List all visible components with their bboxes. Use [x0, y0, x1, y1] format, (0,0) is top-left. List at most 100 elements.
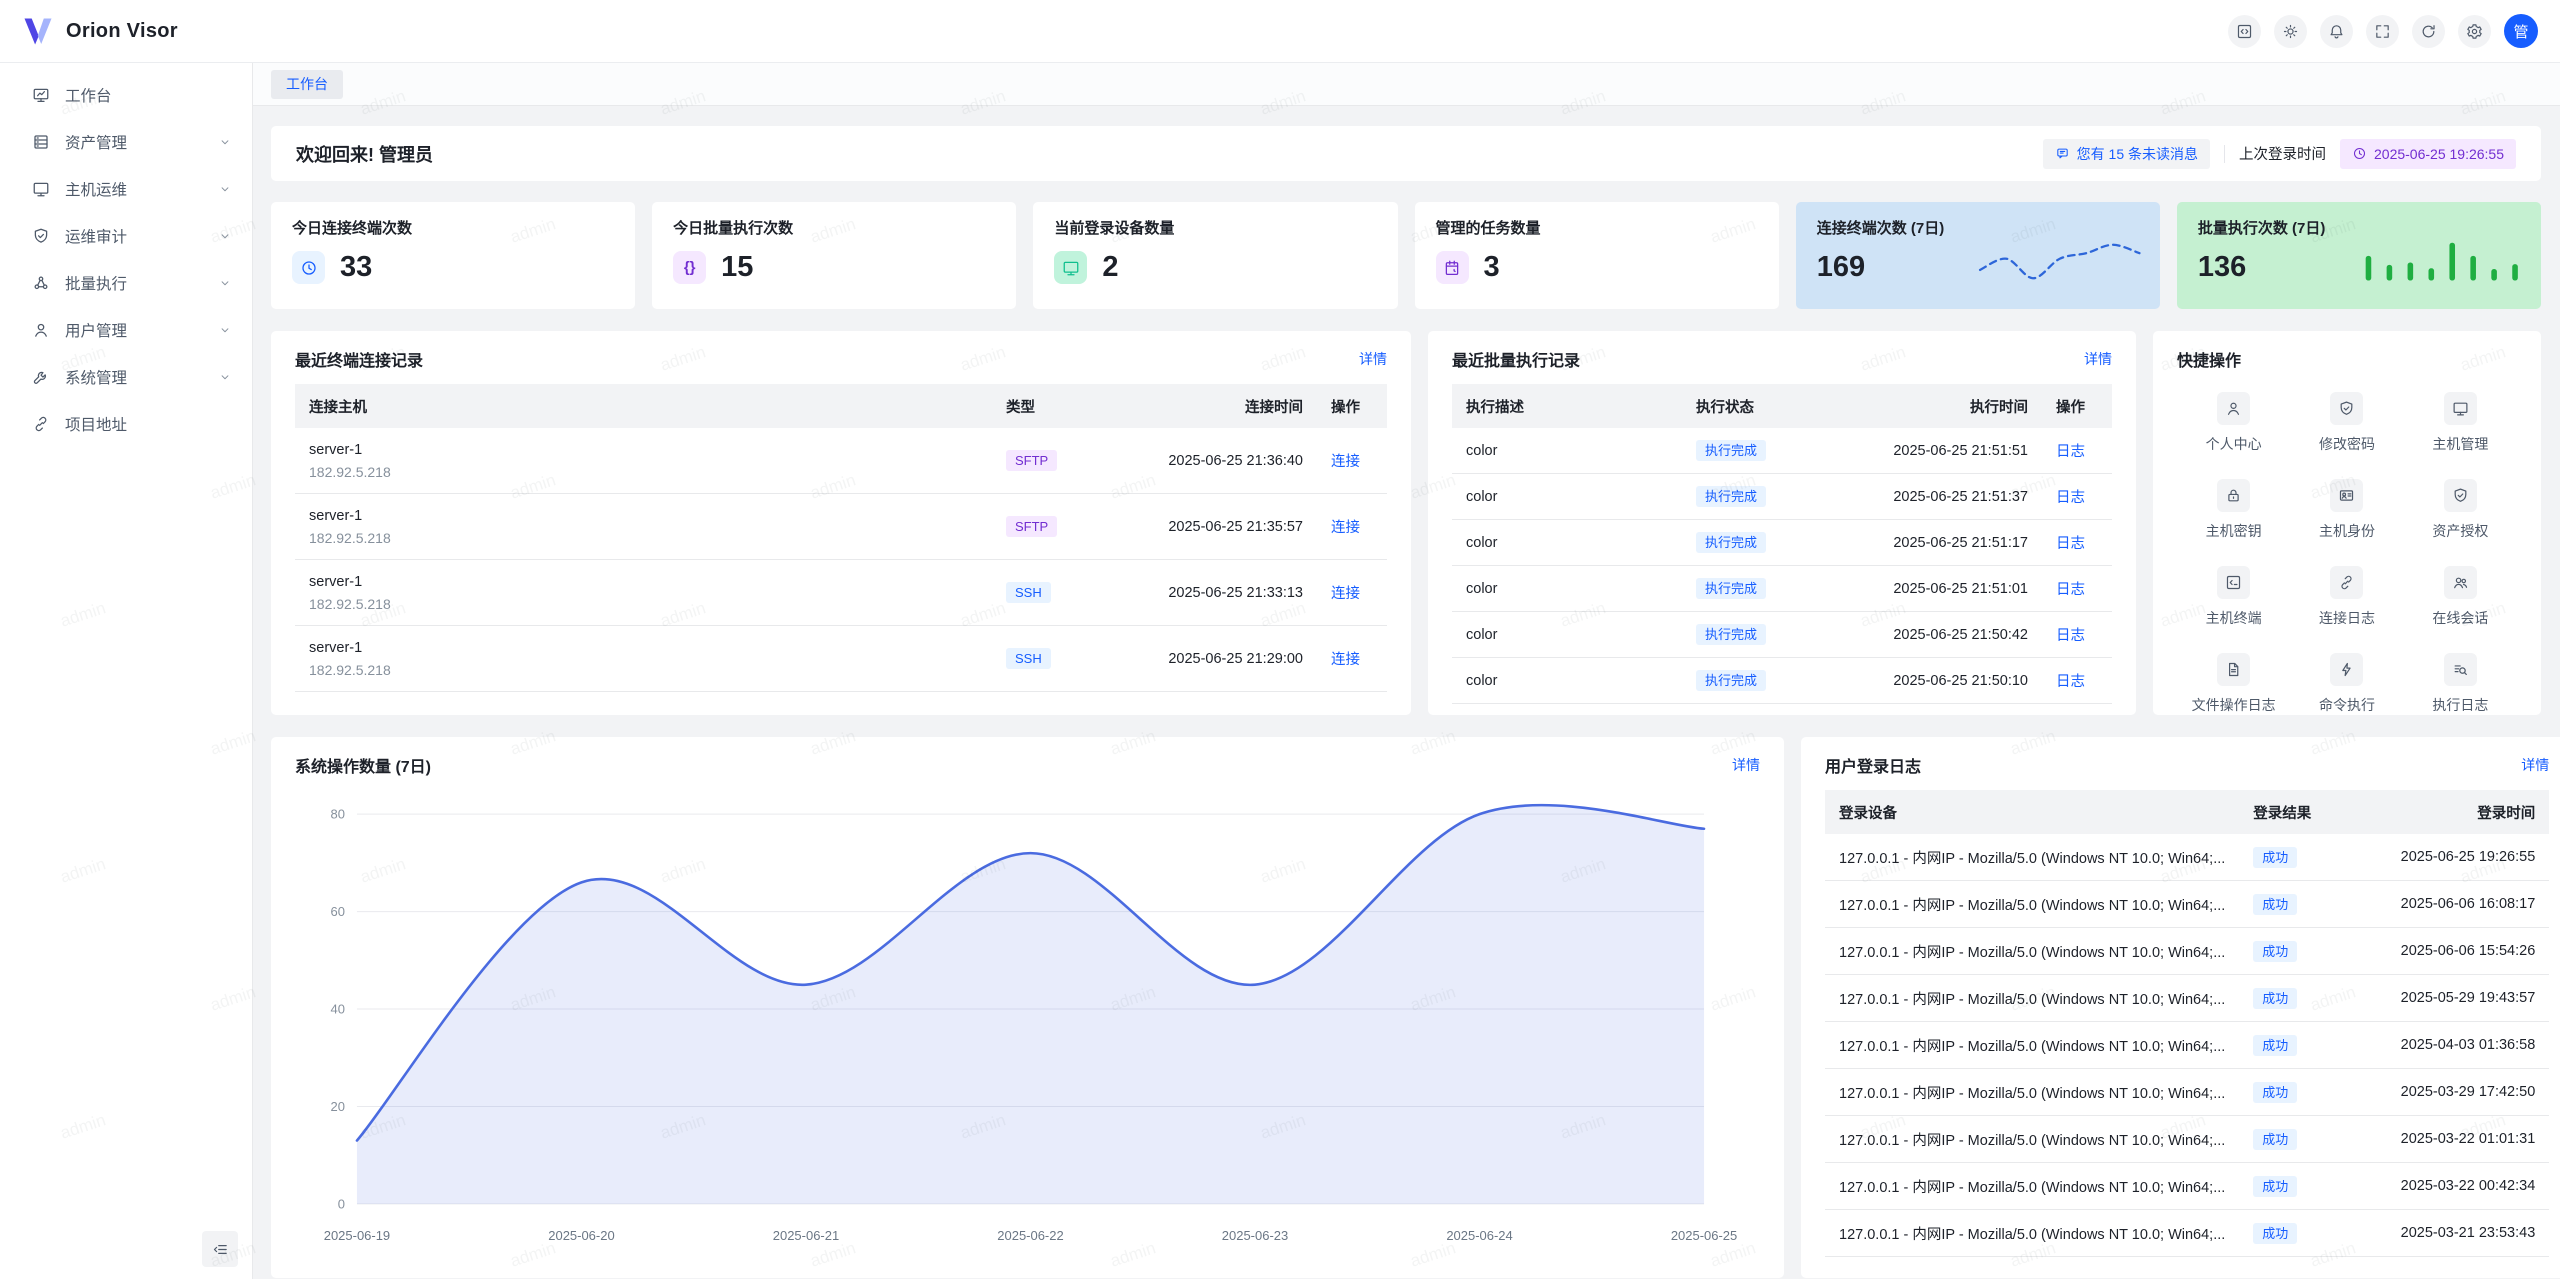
login-logs-panel: 用户登录日志 详情 登录设备 登录结果 登录时间 127.0.0.1 - 内网	[1801, 737, 2560, 1278]
command-icon	[2330, 653, 2363, 686]
login-time: 2025-05-29 19:43:57	[2344, 990, 2549, 1006]
log-link[interactable]: 日志	[2056, 582, 2085, 598]
quick-op-item[interactable]: 资产授权	[2404, 479, 2517, 541]
detail-link[interactable]: 详情	[2521, 755, 2549, 775]
connect-link[interactable]: 连接	[1331, 652, 1360, 668]
quick-op-item[interactable]: 连接日志	[2290, 566, 2403, 628]
sidebar-item-label: 工作台	[65, 84, 218, 106]
panel-title: 最近终端连接记录	[295, 347, 423, 371]
sidebar-item[interactable]: 运维审计	[0, 212, 252, 259]
quick-op-item[interactable]: 在线会话	[2404, 566, 2517, 628]
protocol-badge: SFTP	[1006, 516, 1057, 537]
system-ops-area-chart: 0204060802025-06-192025-06-202025-06-212…	[295, 784, 1760, 1256]
device-icon	[1054, 251, 1087, 284]
login-time: 2025-03-22 01:01:31	[2344, 1131, 2549, 1147]
stat-card: 今日批量执行次数 {} 15	[652, 202, 1016, 309]
quick-op-item[interactable]: 个人中心	[2177, 392, 2290, 454]
welcome-right: 您有 15 条未读消息 上次登录时间 2025-06-25 19:26:55	[2043, 139, 2516, 169]
avatar[interactable]: 管	[2504, 14, 2538, 48]
log-link[interactable]: 日志	[2056, 490, 2085, 506]
exec-log-icon	[2444, 653, 2477, 686]
sidebar-item[interactable]: 项目地址	[0, 400, 252, 447]
topbar-icon-button[interactable]	[2274, 15, 2307, 48]
sidebar-item[interactable]: 批量执行	[0, 259, 252, 306]
detail-link[interactable]: 详情	[1359, 349, 1387, 369]
quick-op-label: 主机终端	[2206, 608, 2262, 628]
login-result-badge: 成功	[2253, 941, 2297, 962]
svg-text:2025-06-20: 2025-06-20	[548, 1228, 614, 1243]
exec-status-badge: 执行完成	[1696, 624, 1766, 645]
exec-time: 2025-06-25 21:50:10	[1812, 673, 2042, 689]
topbar-icon-button[interactable]	[2458, 15, 2491, 48]
quick-ops-panel: 快捷操作 个人中心 修改密码 主机管理	[2153, 331, 2541, 715]
exec-status-badge: 执行完成	[1696, 486, 1766, 507]
sidebar-item[interactable]: 资产管理	[0, 118, 252, 165]
log-link[interactable]: 日志	[2056, 444, 2085, 460]
sidebar-item[interactable]: 工作台	[0, 71, 252, 118]
host-name: server-1	[309, 508, 978, 524]
collapse-sidebar-button[interactable]	[202, 1231, 238, 1267]
connect-link[interactable]: 连接	[1331, 520, 1360, 536]
quick-op-item[interactable]: 主机终端	[2177, 566, 2290, 628]
topbar-icon-button[interactable]	[2366, 15, 2399, 48]
detail-link[interactable]: 详情	[1732, 755, 1760, 775]
login-device: 127.0.0.1 - 内网IP - Mozilla/5.0 (Windows …	[1825, 988, 2239, 1009]
panel-title: 系统操作数量 (7日)	[295, 753, 431, 777]
clock-history-icon	[292, 251, 325, 284]
orion-visor-logo-icon	[22, 17, 54, 45]
table-row: 127.0.0.1 - 内网IP - Mozilla/5.0 (Windows …	[1825, 1022, 2549, 1069]
table-row: 127.0.0.1 - 内网IP - Mozilla/5.0 (Windows …	[1825, 975, 2549, 1022]
log-link[interactable]: 日志	[2056, 536, 2085, 552]
stat-label: 今日批量执行次数	[673, 217, 995, 238]
quick-op-item[interactable]: 文件操作日志	[2177, 653, 2290, 715]
sidebar-item-label: 运维审计	[65, 225, 218, 247]
log-link[interactable]: 日志	[2056, 674, 2085, 690]
stat-card: 今日连接终端次数 33	[271, 202, 635, 309]
sessions-icon	[2444, 566, 2477, 599]
login-device: 127.0.0.1 - 内网IP - Mozilla/5.0 (Windows …	[1825, 847, 2239, 868]
welcome-card: 欢迎回来! 管理员 您有 15 条未读消息 上次登录时间 2025-06-25 …	[271, 126, 2541, 181]
exec-description: color	[1452, 535, 1682, 551]
breadcrumb-item-workbench[interactable]: 工作台	[271, 70, 343, 99]
table-header: 连接主机 类型 连接时间 操作	[295, 384, 1387, 428]
exec-description: color	[1452, 673, 1682, 689]
brand-name: Orion Visor	[66, 20, 178, 43]
login-device: 127.0.0.1 - 内网IP - Mozilla/5.0 (Windows …	[1825, 1223, 2239, 1244]
quick-op-item[interactable]: 执行日志	[2404, 653, 2517, 715]
quick-op-item[interactable]: 主机密钥	[2177, 479, 2290, 541]
quick-op-label: 命令执行	[2319, 695, 2375, 715]
stat-value: 33	[340, 251, 372, 284]
quick-op-item[interactable]: 修改密码	[2290, 392, 2403, 454]
log-link[interactable]: 日志	[2056, 628, 2085, 644]
quick-op-item[interactable]: 主机身份	[2290, 479, 2403, 541]
profile-icon	[2217, 392, 2250, 425]
quick-op-label: 连接日志	[2319, 608, 2375, 628]
login-device: 127.0.0.1 - 内网IP - Mozilla/5.0 (Windows …	[1825, 1129, 2239, 1150]
quick-op-item[interactable]: 主机管理	[2404, 392, 2517, 454]
topbar-icon-button[interactable]	[2320, 15, 2353, 48]
topbar-icon-button[interactable]	[2228, 15, 2261, 48]
table-row: 127.0.0.1 - 内网IP - Mozilla/5.0 (Windows …	[1825, 1069, 2549, 1116]
connect-link[interactable]: 连接	[1331, 454, 1360, 470]
detail-link[interactable]: 详情	[2084, 349, 2112, 369]
message-icon	[2055, 146, 2070, 161]
svg-text:2025-06-25: 2025-06-25	[1671, 1228, 1737, 1243]
exec-7d-sparkbars	[2358, 226, 2526, 294]
login-result-badge: 成功	[2253, 1082, 2297, 1103]
table-row: 127.0.0.1 - 内网IP - Mozilla/5.0 (Windows …	[1825, 834, 2549, 881]
svg-text:2025-06-21: 2025-06-21	[773, 1228, 839, 1243]
sidebar-item[interactable]: 用户管理	[0, 306, 252, 353]
unread-messages-badge[interactable]: 您有 15 条未读消息	[2043, 139, 2210, 169]
sidebar-footer	[0, 1231, 252, 1279]
quick-op-item[interactable]: 命令执行	[2290, 653, 2403, 715]
sidebar-item[interactable]: 系统管理	[0, 353, 252, 400]
panel-title: 用户登录日志	[1825, 753, 1921, 777]
topbar-icon-button[interactable]	[2412, 15, 2445, 48]
quick-op-label: 个人中心	[2206, 434, 2262, 454]
quick-op-label: 资产授权	[2432, 521, 2488, 541]
table-row: 127.0.0.1 - 内网IP - Mozilla/5.0 (Windows …	[1825, 1116, 2549, 1163]
connect-link[interactable]: 连接	[1331, 586, 1360, 602]
login-result-badge: 成功	[2253, 1129, 2297, 1150]
sidebar-item[interactable]: 主机运维	[0, 165, 252, 212]
clock-icon	[2352, 146, 2367, 161]
